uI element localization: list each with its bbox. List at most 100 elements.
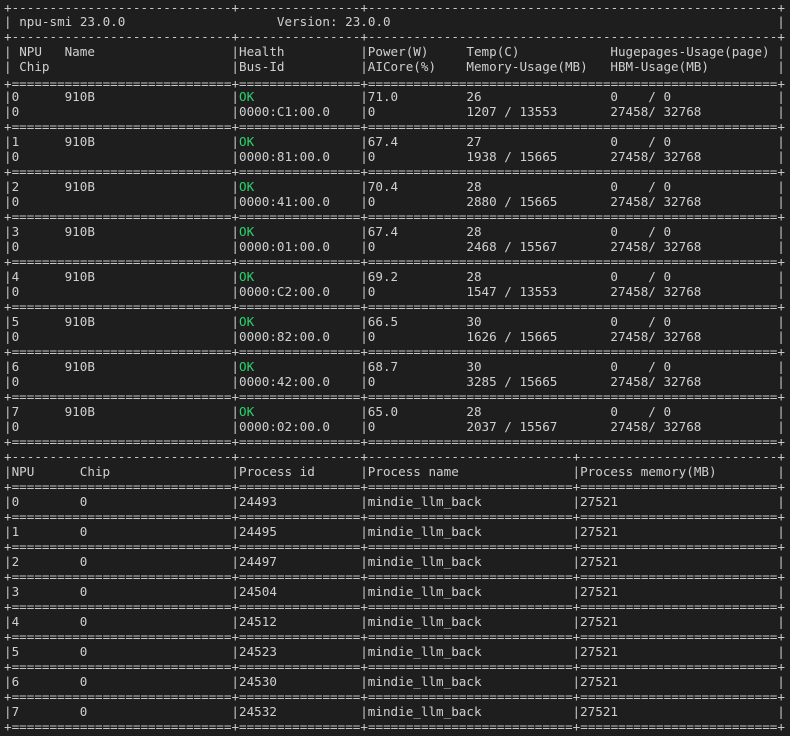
temp-value: 28: [466, 224, 482, 239]
header-border: +-----------------------------+---------…: [4, 29, 785, 44]
aicore-value: 0: [367, 239, 376, 254]
aicore-value: 0: [367, 284, 376, 299]
column-divider: |: [4, 59, 12, 74]
process-row-divider: +=============================+=========…: [4, 599, 785, 614]
temp-value: 30: [466, 359, 482, 374]
column-divider: |: [360, 239, 368, 254]
column-divider: |: [777, 149, 785, 164]
bus-id: 0000:01:00.0: [239, 239, 330, 254]
bus-id: 0000:02:00.0: [239, 419, 330, 434]
column-header: NPU: [19, 44, 42, 59]
column-divider: |: [360, 59, 368, 74]
column-divider: |: [777, 194, 785, 209]
column-divider: |: [777, 494, 785, 509]
column-header: Bus-Id: [239, 59, 285, 74]
temp-value: 27: [466, 134, 482, 149]
npu-id: 0: [11, 89, 20, 104]
process-memory: 27521: [580, 524, 619, 539]
hbm-usage: 27458/ 32768: [610, 284, 702, 299]
column-divider: |: [231, 704, 239, 719]
memory-usage: 1626 / 15665: [466, 329, 558, 344]
hugepages-usage: 0 / 0: [610, 179, 672, 194]
column-header: Temp(C): [466, 44, 520, 59]
temp-value: 28: [466, 269, 482, 284]
process-column-header: Process id: [239, 464, 315, 479]
process-memory: 27521: [580, 494, 619, 509]
npu-id: 5: [11, 314, 20, 329]
column-divider: |: [231, 404, 239, 419]
npu-id: 2: [11, 179, 20, 194]
column-divider: |: [231, 524, 239, 539]
power-value: 65.0: [367, 404, 399, 419]
column-divider: |: [360, 269, 368, 284]
process-column-header: Chip: [79, 464, 111, 479]
column-divider: |: [572, 464, 581, 479]
column-divider: |: [231, 149, 239, 164]
power-value: 67.4: [367, 224, 399, 239]
process-memory: 27521: [580, 614, 619, 629]
npu-name: 910B: [64, 359, 95, 374]
column-divider: |: [4, 314, 12, 329]
column-divider: |: [4, 554, 12, 569]
process-npu: 5: [11, 644, 20, 659]
process-npu: 3: [11, 584, 20, 599]
column-header: Chip: [19, 59, 50, 74]
column-divider: |: [231, 284, 239, 299]
bus-id: 0000:42:00.0: [239, 374, 330, 389]
row-divider: +=============================+=========…: [4, 434, 785, 449]
health-status: OK: [239, 404, 255, 419]
column-divider: |: [572, 614, 581, 629]
process-name: mindie_llm_back: [367, 494, 482, 509]
bus-id: 0000:81:00.0: [239, 149, 330, 164]
column-divider: |: [231, 374, 239, 389]
row-divider: +=============================+=========…: [4, 344, 785, 359]
version-label: Version: 23.0.0: [276, 14, 391, 29]
process-column-header: NPU: [11, 464, 35, 479]
column-divider: |: [360, 614, 368, 629]
column-divider: |: [231, 104, 239, 119]
row-divider: +=============================+=========…: [4, 209, 785, 224]
npu-name: 910B: [64, 314, 95, 329]
aicore-value: 0: [367, 374, 376, 389]
process-chip: 0: [79, 494, 88, 509]
process-npu: 7: [11, 704, 20, 719]
column-divider: |: [231, 464, 239, 479]
column-divider: |: [572, 494, 581, 509]
npu-id: 3: [11, 224, 20, 239]
process-id: 24504: [239, 584, 277, 599]
process-row-divider: +=============================+=========…: [4, 539, 785, 554]
column-header: Memory-Usage(MB): [466, 59, 588, 74]
hugepages-usage: 0 / 0: [610, 89, 672, 104]
column-divider: |: [777, 359, 785, 374]
health-status: OK: [239, 89, 255, 104]
column-divider: |: [572, 524, 581, 539]
process-name: mindie_llm_back: [367, 614, 482, 629]
column-divider: |: [777, 239, 785, 254]
column-divider: |: [360, 44, 368, 59]
column-divider: |: [777, 224, 785, 239]
column-header: AICore(%): [367, 59, 437, 74]
row-divider: +=============================+=========…: [4, 164, 785, 179]
memory-usage: 1938 / 15665: [466, 149, 558, 164]
column-divider: |: [4, 44, 12, 59]
column-divider: |: [4, 329, 12, 344]
chip-id: 0: [11, 239, 20, 254]
column-divider: |: [231, 359, 239, 374]
column-divider: |: [360, 494, 368, 509]
column-divider: |: [360, 284, 368, 299]
column-divider: |: [777, 374, 785, 389]
column-divider: |: [4, 494, 12, 509]
column-divider: |: [777, 269, 785, 284]
column-divider: |: [360, 179, 368, 194]
process-id: 24530: [239, 674, 277, 689]
hbm-usage: 27458/ 32768: [610, 104, 702, 119]
npu-name: 910B: [64, 134, 95, 149]
column-divider: |: [777, 314, 785, 329]
column-divider: |: [777, 704, 785, 719]
hbm-usage: 27458/ 32768: [610, 329, 702, 344]
column-header: Name: [64, 44, 95, 59]
column-divider: |: [777, 614, 785, 629]
column-divider: |: [231, 179, 239, 194]
hugepages-usage: 0 / 0: [610, 404, 672, 419]
column-divider: |: [777, 584, 785, 599]
